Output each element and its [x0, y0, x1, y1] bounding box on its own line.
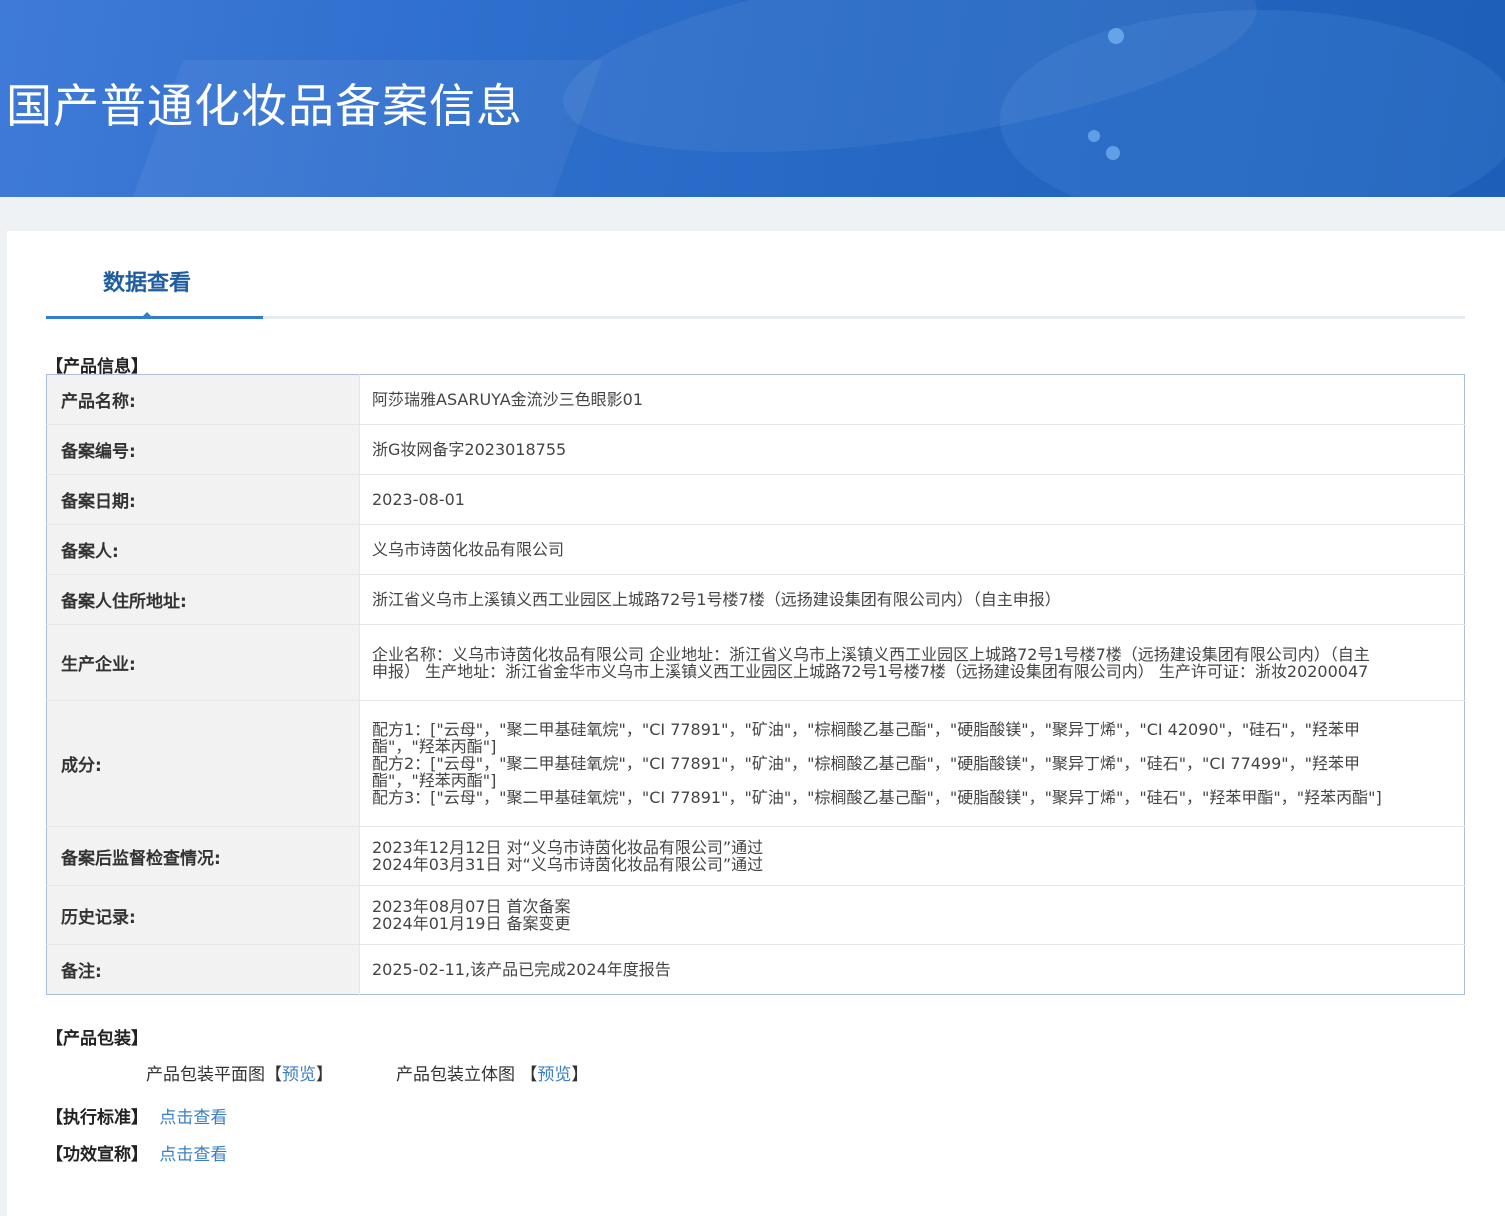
table-row: 备案人住所地址: 浙江省义乌市上溪镇义西工业园区上城路72号1号楼7楼（远扬建设… — [46, 574, 1465, 625]
table-row: 备案日期: 2023-08-01 — [46, 474, 1465, 525]
bracket: 】 — [316, 1065, 333, 1085]
formula-line: 配方2：["云母"，"聚二甲基硅氧烷"，"CI 77891"，"矿油"，"棕榈酸… — [372, 754, 1361, 790]
row-value: 2023年12月12日 对“义乌市诗茵化妆品有限公司”通过 2024年03月31… — [359, 826, 1465, 886]
standard-view-link[interactable]: 点击查看 — [159, 1108, 227, 1128]
package-solid-label: 产品包装立体图 【 — [396, 1065, 538, 1085]
table-row: 备注: 2025-02-11,该产品已完成2024年度报告 — [46, 944, 1465, 995]
tab-data-view[interactable]: 数据查看 — [46, 231, 263, 319]
table-row: 备案人: 义乌市诗茵化妆品有限公司 — [46, 524, 1465, 575]
formula-line: 配方1：["云母"，"聚二甲基硅氧烷"，"CI 77891"，"矿油"，"棕榈酸… — [372, 720, 1361, 756]
table-row: 备案编号: 浙G妆网备字2023018755 — [46, 424, 1465, 475]
package-solid-preview-link[interactable]: 预览 — [537, 1065, 571, 1085]
efficacy-heading: 【功效宣称】 — [46, 1145, 148, 1165]
row-key: 备案人住所地址: — [46, 574, 360, 625]
row-key: 产品名称: — [46, 374, 360, 425]
banner-dot — [1088, 130, 1100, 142]
table-row: 历史记录: 2023年08月07日 首次备案 2024年01月19日 备案变更 — [46, 885, 1465, 945]
table-row: 产品名称: 阿莎瑞雅ASARUYA金流沙三色眼影01 — [46, 374, 1465, 425]
inspection-line: 2023年12月12日 对“义乌市诗茵化妆品有限公司”通过 — [372, 838, 764, 857]
tab-bar: 数据查看 — [46, 231, 1465, 319]
tab-label: 数据查看 — [103, 271, 192, 296]
package-flat-row: 产品包装平面图【预览】 — [146, 1060, 333, 1085]
row-value: 企业名称：义乌市诗茵化妆品有限公司 企业地址：浙江省义乌市上溪镇义西工业园区上城… — [359, 624, 1465, 701]
row-value: 2023-08-01 — [359, 474, 1465, 525]
row-key: 备案人: — [46, 524, 360, 575]
package-solid-row: 产品包装立体图 【预览】 — [396, 1060, 588, 1085]
content-card: 数据查看 【产品信息】 产品名称: 阿莎瑞雅ASARUYA金流沙三色眼影01 备… — [7, 231, 1505, 1216]
row-value: 浙G妆网备字2023018755 — [359, 424, 1465, 475]
history-line: 2023年08月07日 首次备案 — [372, 897, 571, 916]
inspection-line: 2024年03月31日 对“义乌市诗茵化妆品有限公司”通过 — [372, 855, 764, 874]
table-row: 备案后监督检查情况: 2023年12月12日 对“义乌市诗茵化妆品有限公司”通过… — [46, 826, 1465, 886]
product-info-table: 产品名称: 阿莎瑞雅ASARUYA金流沙三色眼影01 备案编号: 浙G妆网备字2… — [46, 374, 1465, 995]
row-value: 2025-02-11,该产品已完成2024年度报告 — [359, 944, 1465, 995]
standard-row: 【执行标准】 点击查看 — [46, 1103, 227, 1128]
row-value: 义乌市诗茵化妆品有限公司 — [359, 524, 1465, 575]
page-banner: 国产普通化妆品备案信息 — [0, 0, 1505, 197]
standard-heading: 【执行标准】 — [46, 1108, 148, 1128]
row-key: 备案后监督检查情况: — [46, 826, 360, 886]
row-key: 成分: — [46, 700, 360, 827]
row-key: 备注: — [46, 944, 360, 995]
package-flat-label: 产品包装平面图【 — [146, 1065, 282, 1085]
row-key: 生产企业: — [46, 624, 360, 701]
bracket: 】 — [571, 1065, 589, 1085]
history-line: 2024年01月19日 备案变更 — [372, 914, 571, 933]
row-value: 2023年08月07日 首次备案 2024年01月19日 备案变更 — [359, 885, 1465, 945]
row-value: 配方1：["云母"，"聚二甲基硅氧烷"，"CI 77891"，"矿油"，"棕榈酸… — [359, 700, 1465, 827]
row-key: 备案编号: — [46, 424, 360, 475]
banner-dot — [1106, 146, 1120, 160]
row-value: 阿莎瑞雅ASARUYA金流沙三色眼影01 — [372, 390, 644, 409]
efficacy-view-link[interactable]: 点击查看 — [159, 1145, 227, 1165]
table-row: 成分: 配方1：["云母"，"聚二甲基硅氧烷"，"CI 77891"，"矿油"，… — [46, 700, 1465, 827]
row-value: 浙江省义乌市上溪镇义西工业园区上城路72号1号楼7楼（远扬建设集团有限公司内）（… — [359, 574, 1465, 625]
efficacy-row: 【功效宣称】 点击查看 — [46, 1140, 227, 1165]
row-key: 历史记录: — [46, 885, 360, 945]
table-row: 生产企业: 企业名称：义乌市诗茵化妆品有限公司 企业地址：浙江省义乌市上溪镇义西… — [46, 624, 1465, 701]
banner-dot — [1108, 28, 1124, 44]
tab-active-caret — [140, 312, 154, 319]
package-flat-preview-link[interactable]: 预览 — [282, 1065, 316, 1085]
row-key: 备案日期: — [46, 474, 360, 525]
page-title: 国产普通化妆品备案信息 — [6, 79, 523, 133]
package-heading: 【产品包装】 — [46, 1029, 148, 1049]
formula-line: 配方3：["云母"，"聚二甲基硅氧烷"，"CI 77891"，"矿油"，"棕榈酸… — [372, 788, 1382, 807]
